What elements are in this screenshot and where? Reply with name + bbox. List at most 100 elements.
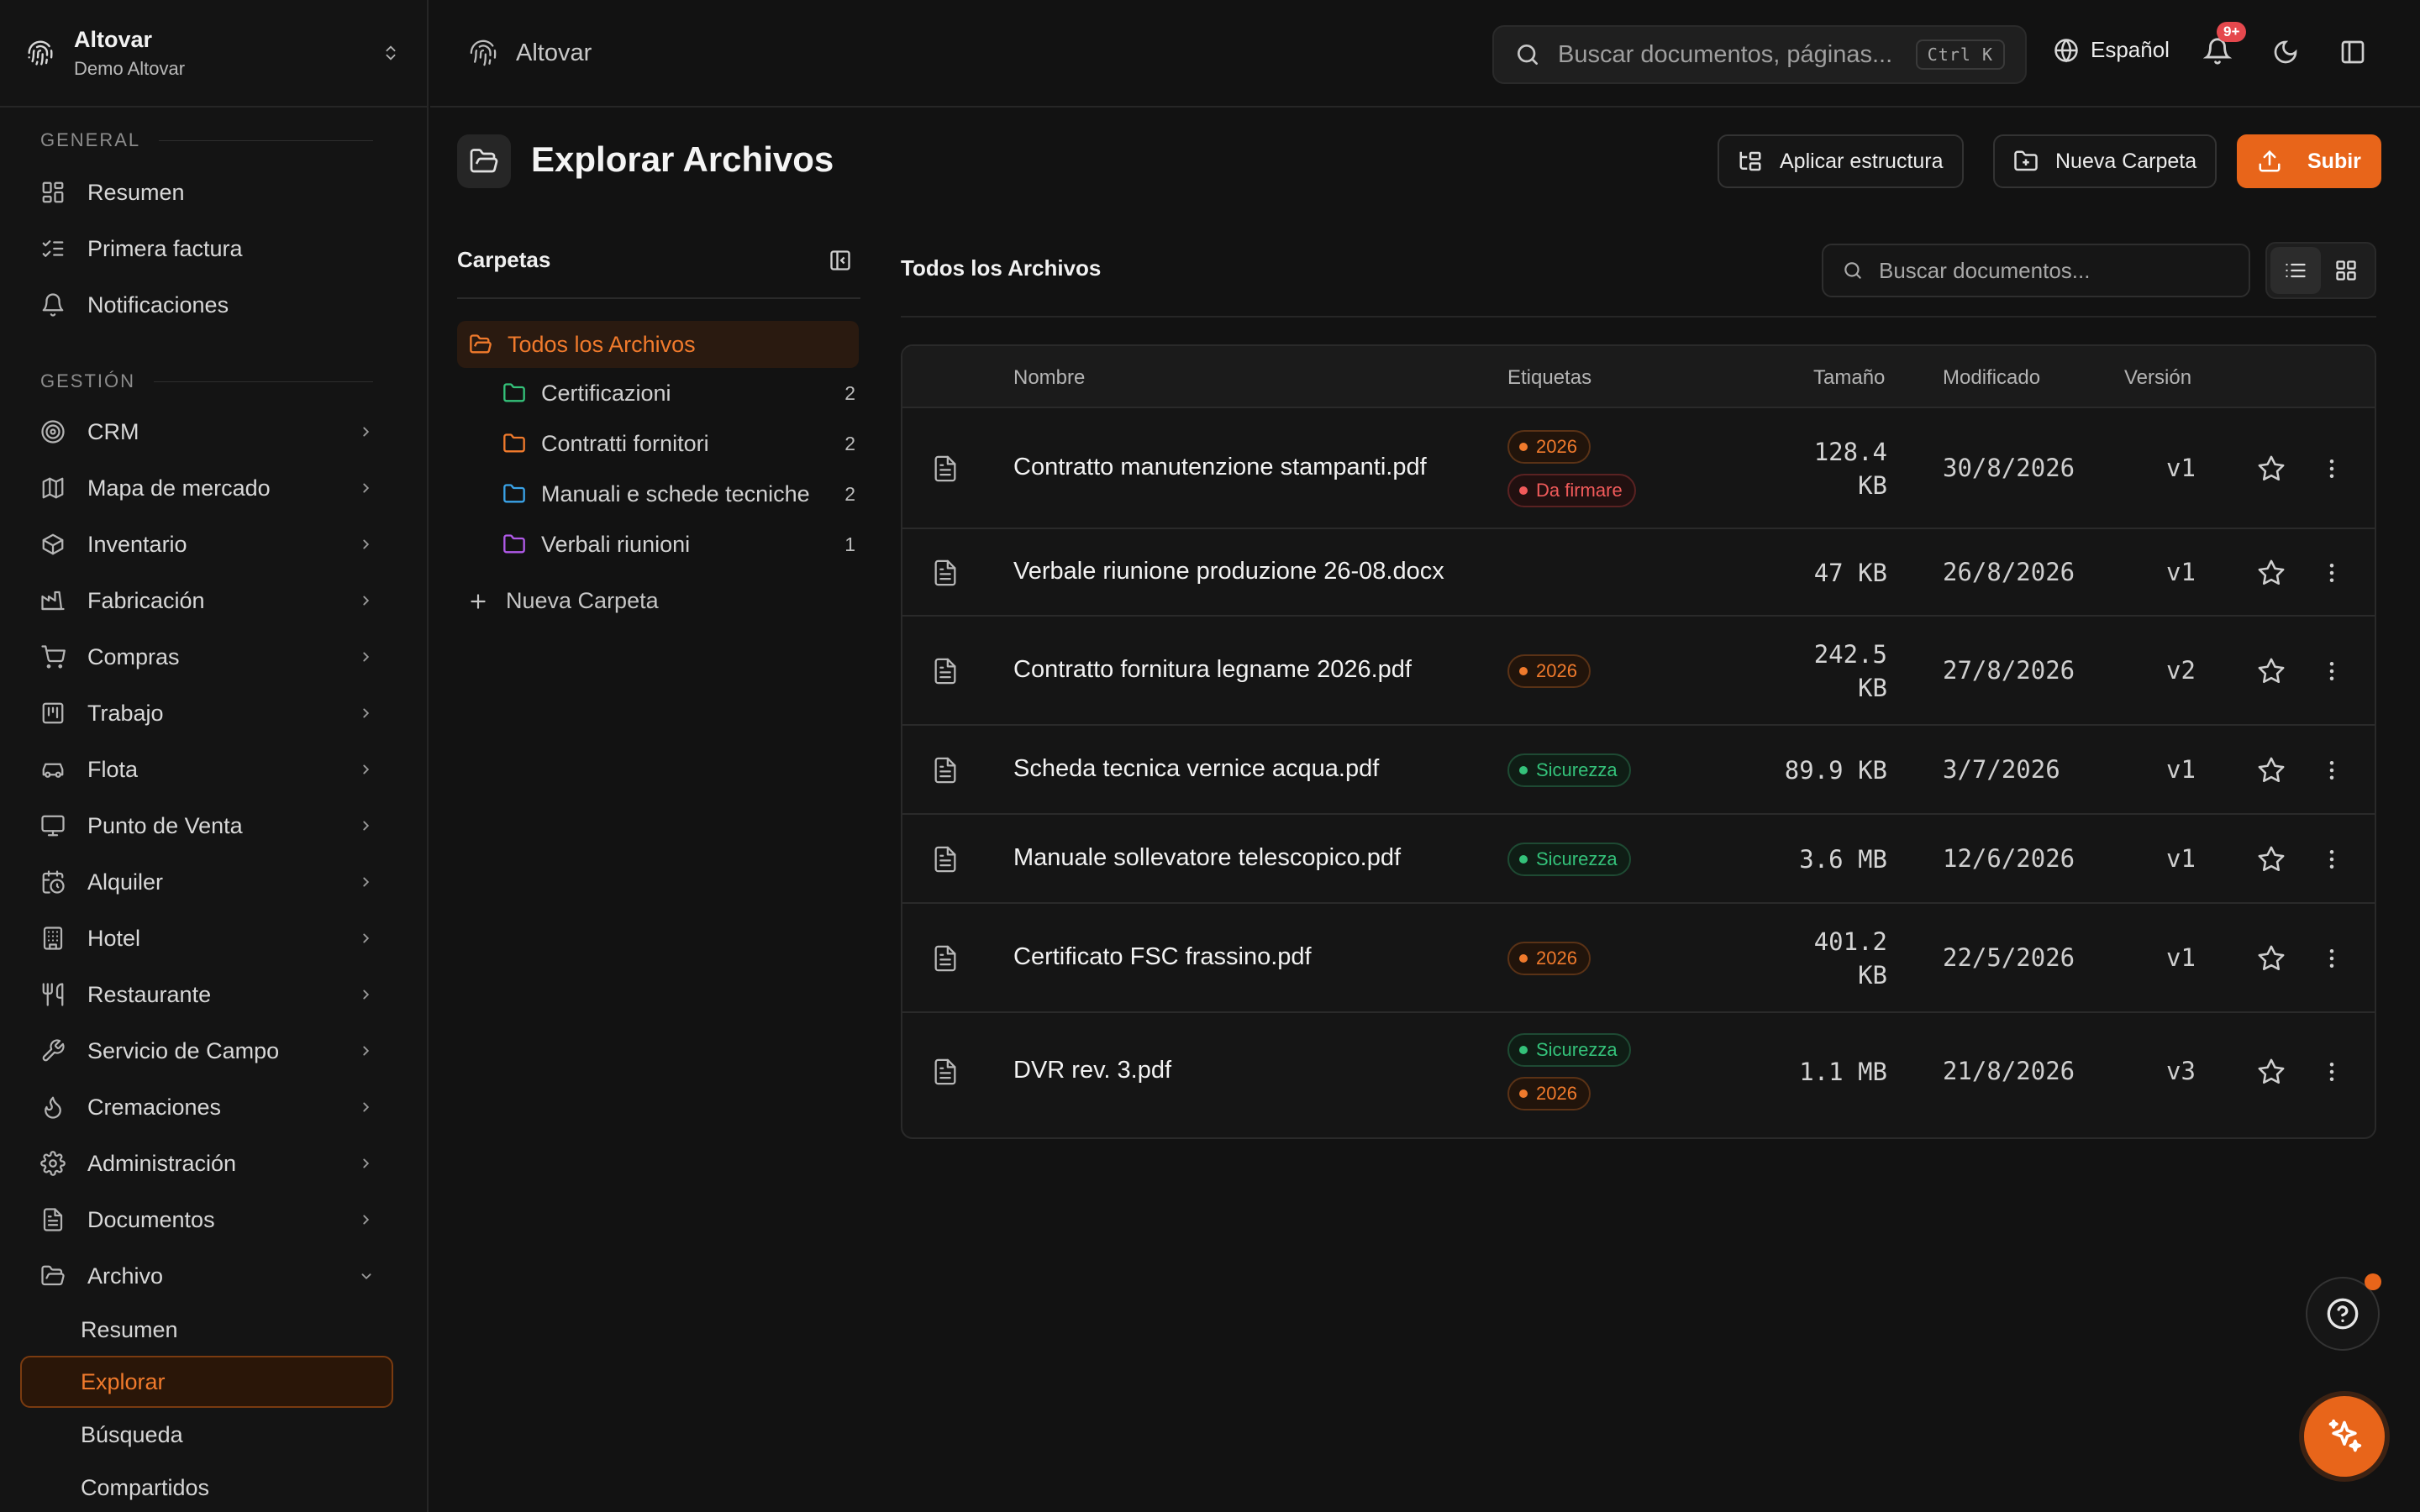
star-icon[interactable]	[2257, 657, 2286, 685]
table-row[interactable]: Verbale riunione produzione 26-08.docx 4…	[902, 529, 2375, 617]
star-icon[interactable]	[2257, 1058, 2286, 1086]
sidebar-item-gestion-12[interactable]: Cremaciones	[40, 1084, 376, 1130]
moon-icon[interactable]	[2272, 39, 2299, 66]
more-vertical-icon[interactable]	[2319, 657, 2344, 685]
column-modified[interactable]: Modificado	[1943, 366, 2040, 390]
table-row[interactable]: Contratto manutenzione stampanti.pdf 202…	[902, 408, 2375, 529]
sidebar-item-gestion-13[interactable]: Administración	[40, 1141, 376, 1186]
grid-view-button[interactable]	[2321, 247, 2371, 294]
more-vertical-icon[interactable]	[2319, 1058, 2344, 1086]
list-icon	[2286, 263, 2306, 278]
sidebar-item-label: Restaurante	[87, 981, 212, 1007]
org-switcher[interactable]: Altovar Demo Altovar	[0, 0, 427, 108]
folder-item[interactable]: Contratti fornitori 2	[502, 420, 855, 467]
sidebar-item-gestion-10[interactable]: Restaurante	[40, 972, 376, 1017]
folder-item[interactable]: Verbali riunioni 1	[502, 521, 855, 568]
sidebar-item-gestion-8[interactable]: Alquiler	[40, 859, 376, 905]
folder-all-files[interactable]: Todos los Archivos	[457, 321, 859, 368]
sidebar-item-gestion-11[interactable]: Servicio de Campo	[40, 1028, 376, 1074]
sidebar-item-0[interactable]: Resumen	[40, 170, 376, 215]
sidebar-item-gestion-14[interactable]: Documentos	[40, 1197, 376, 1242]
table-row[interactable]: Manuale sollevatore telescopico.pdf Sicu…	[902, 815, 2375, 904]
upload-button[interactable]: Subir	[2237, 134, 2381, 188]
sidebar-item-gestion-2[interactable]: Inventario	[40, 522, 376, 567]
tag-dot	[1519, 1046, 1528, 1054]
files-divider	[901, 316, 2376, 318]
tag-label: 2026	[1536, 660, 1577, 681]
column-name[interactable]: Nombre	[1013, 366, 1085, 390]
file-name[interactable]: Manuale sollevatore telescopico.pdf	[1013, 844, 1401, 872]
more-vertical-icon[interactable]	[2319, 454, 2344, 483]
upload-label: Subir	[2307, 149, 2361, 173]
tag-label: Sicurezza	[1536, 759, 1618, 780]
apply-structure-button[interactable]: Aplicar estructura	[1718, 134, 1964, 188]
folder-item[interactable]: Manuali e schede tecniche 2	[502, 470, 855, 517]
sidebar-item-1[interactable]: Primera factura	[40, 226, 376, 271]
more-vertical-icon[interactable]	[2319, 944, 2344, 973]
map-icon	[42, 477, 64, 499]
sidebar-item-2[interactable]: Notificaciones	[40, 282, 376, 328]
table-row[interactable]: DVR rev. 3.pdf Sicurezza 2026 1.1 MB 21/8…	[902, 1013, 2375, 1131]
tag-badge: Da firmare	[1507, 474, 1636, 507]
sidebar-item-label: Hotel	[87, 925, 141, 951]
sidebar-item-gestion-15[interactable]: Archivo	[40, 1253, 376, 1299]
language-label: Español	[2091, 37, 2170, 62]
file-name[interactable]: DVR rev. 3.pdf	[1013, 1057, 1171, 1084]
more-vertical-icon[interactable]	[2319, 845, 2344, 874]
sidebar-item-gestion-0[interactable]: CRM	[40, 409, 376, 454]
chevron-right-icon	[363, 1046, 370, 1056]
sidebar-item-label: Cremaciones	[87, 1094, 222, 1120]
sidebar-item-gestion-1[interactable]: Mapa de mercado	[40, 465, 376, 511]
archivo-subitem-1[interactable]: Explorar	[20, 1356, 393, 1408]
language-selector[interactable]: Español	[2054, 37, 2170, 63]
sidebar-item-gestion-9[interactable]: Hotel	[40, 916, 376, 961]
table-row[interactable]: Scheda tecnica vernice acqua.pdf Sicurez…	[902, 726, 2375, 815]
folder-icon	[503, 433, 525, 453]
search-icon	[1518, 45, 1538, 65]
sidebar-item-gestion-4[interactable]: Compras	[40, 634, 376, 680]
sidebar-item-gestion-3[interactable]: Fabricación	[40, 578, 376, 623]
file-tags: Sicurezza	[1507, 843, 1631, 876]
star-icon[interactable]	[2257, 454, 2286, 483]
breadcrumb[interactable]: Altovar	[469, 39, 592, 67]
list-view-button[interactable]	[2270, 247, 2321, 294]
tag-badge: Sicurezza	[1507, 1033, 1631, 1067]
archivo-subitem-0[interactable]: Resumen	[20, 1304, 393, 1356]
file-name[interactable]: Certificato FSC frassino.pdf	[1013, 943, 1312, 971]
new-folder-button[interactable]: Nueva Carpeta	[1993, 134, 2217, 188]
file-tags: Sicurezza	[1507, 753, 1631, 787]
chevron-right-icon	[363, 708, 370, 718]
document-search-input[interactable]: Buscar documentos...	[1822, 244, 2250, 297]
file-modified: 22/5/2026	[1943, 943, 2075, 972]
add-folder-link[interactable]: Nueva Carpeta	[467, 588, 659, 614]
table-row[interactable]: Contratto fornitura legname 2026.pdf 202…	[902, 617, 2375, 726]
collapse-panel-icon[interactable]	[829, 249, 852, 272]
star-icon[interactable]	[2257, 559, 2286, 587]
chevron-right-icon	[363, 1102, 370, 1112]
star-icon[interactable]	[2257, 756, 2286, 785]
more-vertical-icon[interactable]	[2319, 559, 2344, 587]
sidebar-item-gestion-5[interactable]: Trabajo	[40, 690, 376, 736]
table-row[interactable]: Certificato FSC frassino.pdf 2026 401.2 K…	[902, 904, 2375, 1013]
sidebar-item-label: Documentos	[87, 1206, 215, 1232]
more-vertical-icon[interactable]	[2319, 756, 2344, 785]
file-name[interactable]: Verbale riunione produzione 26-08.docx	[1013, 558, 1444, 585]
sidebar-item-gestion-6[interactable]: Flota	[40, 747, 376, 792]
ai-assistant-button[interactable]	[2304, 1396, 2385, 1477]
global-search-input[interactable]: Buscar documentos, páginas... Ctrl K	[1492, 25, 2027, 84]
file-name[interactable]: Scheda tecnica vernice acqua.pdf	[1013, 755, 1379, 783]
panel-toggle-icon[interactable]	[2339, 39, 2366, 66]
file-name[interactable]: Contratto manutenzione stampanti.pdf	[1013, 454, 1427, 481]
star-icon[interactable]	[2257, 845, 2286, 874]
archivo-subitem-3[interactable]: Compartidos	[20, 1462, 393, 1512]
file-size: 1.1 MB	[1761, 1055, 1887, 1089]
file-name[interactable]: Contratto fornitura legname 2026.pdf	[1013, 656, 1412, 684]
file-icon	[934, 658, 956, 685]
chevron-right-icon	[363, 877, 370, 887]
folder-icon	[503, 534, 525, 554]
column-size[interactable]: Tamaño	[1813, 366, 1885, 390]
sidebar-item-gestion-7[interactable]: Punto de Venta	[40, 803, 376, 848]
star-icon[interactable]	[2257, 944, 2286, 973]
folder-item[interactable]: Certificazioni 2	[502, 370, 855, 417]
archivo-subitem-2[interactable]: Búsqueda	[20, 1409, 393, 1461]
